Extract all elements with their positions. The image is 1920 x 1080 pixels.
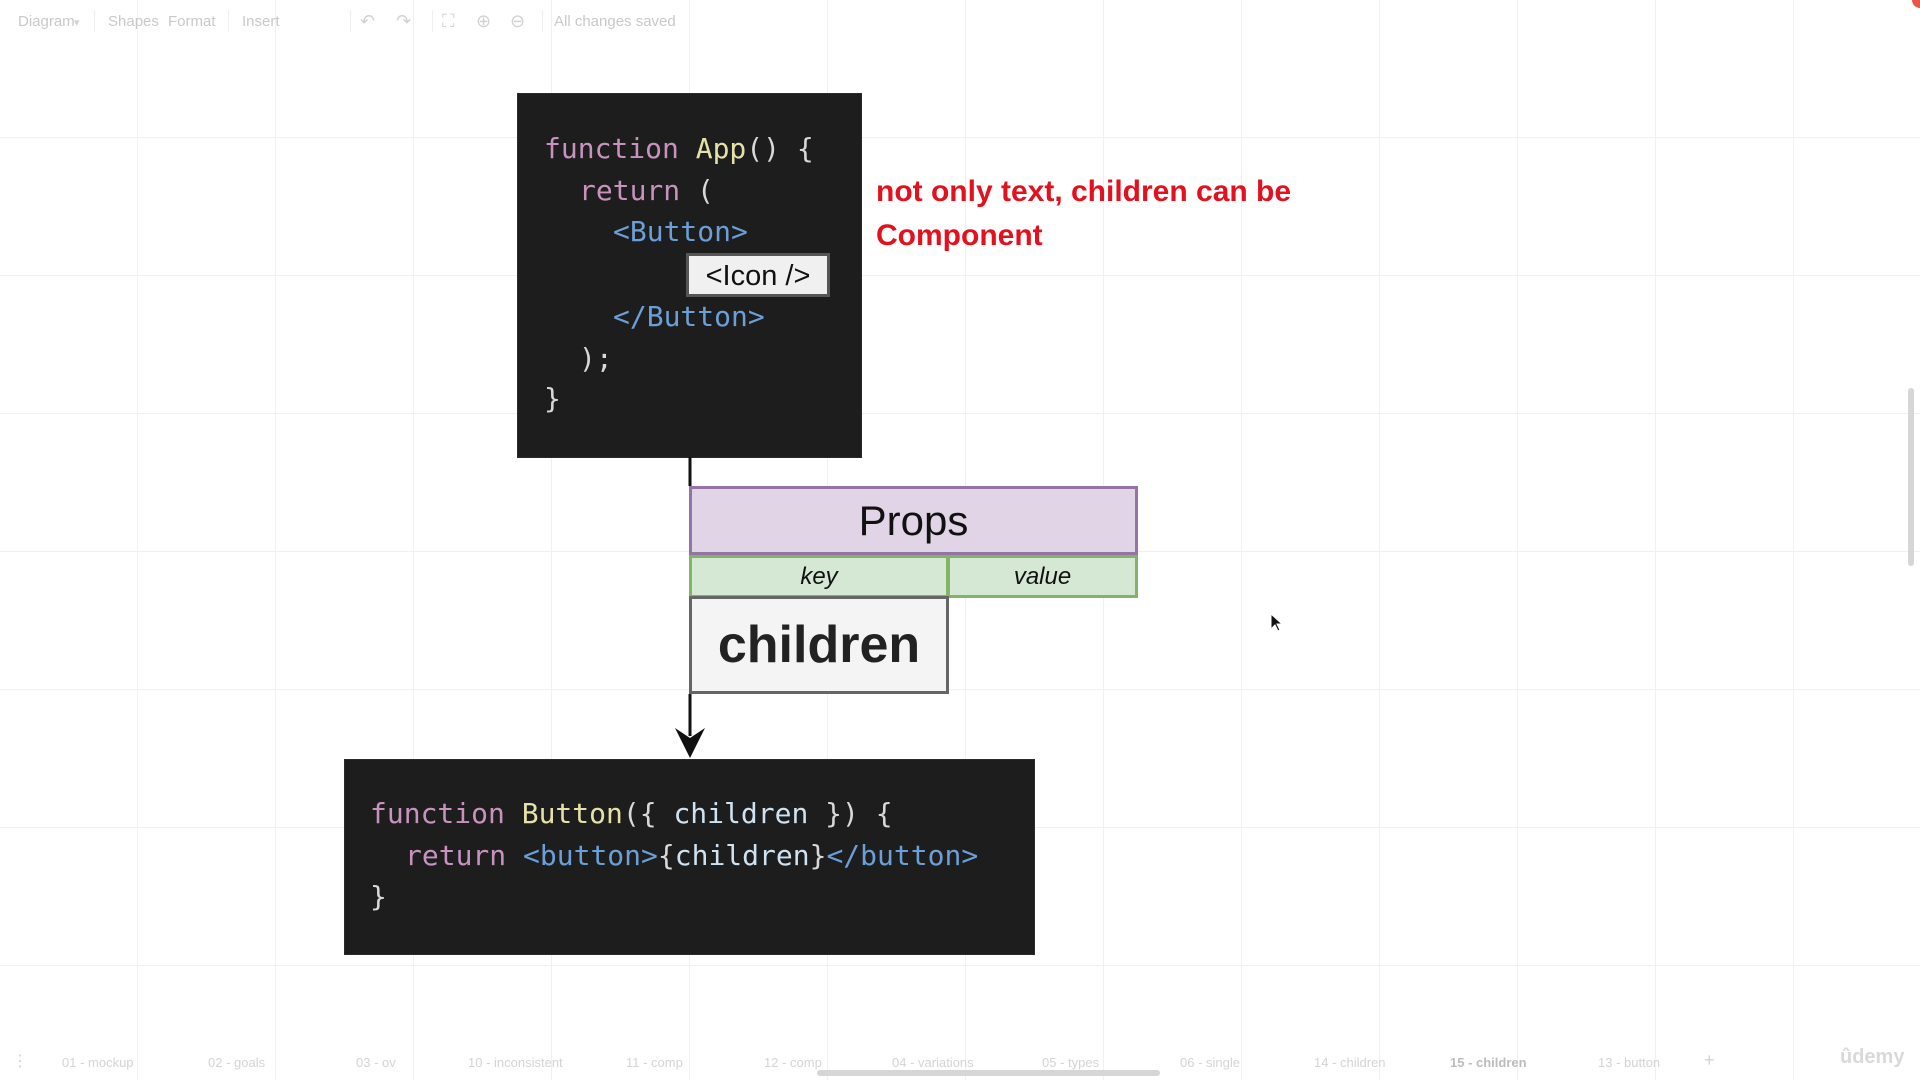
page-tab[interactable]: 11 - comp <box>626 1055 683 1070</box>
page-tab-active[interactable]: 15 - children <box>1450 1055 1527 1070</box>
page-tab[interactable]: 01 - mockup <box>62 1055 134 1070</box>
horizontal-scrollbar[interactable] <box>817 1070 1160 1076</box>
page-tab[interactable]: 13 - button <box>1598 1055 1660 1070</box>
page-tab[interactable]: 03 - ov <box>356 1055 396 1070</box>
props-children-key[interactable]: children <box>689 596 949 694</box>
pages-menu-icon[interactable]: ⋮ <box>12 1053 28 1071</box>
mouse-cursor-icon <box>1270 613 1284 632</box>
udemy-watermark: ûdemy <box>1840 1046 1905 1068</box>
page-tab[interactable]: 14 - children <box>1314 1055 1386 1070</box>
props-key-header[interactable]: key <box>689 555 949 598</box>
button-code-line-2: return <button>{children}</button> <box>405 839 979 872</box>
page-tab[interactable]: 05 - types <box>1042 1055 1099 1070</box>
page-tab[interactable]: 06 - single <box>1180 1055 1240 1070</box>
button-code-line-3: } <box>370 880 387 913</box>
page-tab[interactable]: 02 - goals <box>208 1055 265 1070</box>
add-page-icon[interactable]: + <box>1704 1051 1715 1069</box>
button-code-line-1: function Button({ children }) { <box>370 797 893 830</box>
props-value-header[interactable]: value <box>947 555 1138 598</box>
vertical-scrollbar[interactable] <box>1908 388 1914 566</box>
page-tab[interactable]: 12 - comp <box>764 1055 822 1070</box>
props-header[interactable]: Props <box>689 486 1138 555</box>
page-tab[interactable]: 10 - inconsistent <box>468 1055 563 1070</box>
page-tab[interactable]: 04 - variations <box>892 1055 974 1070</box>
